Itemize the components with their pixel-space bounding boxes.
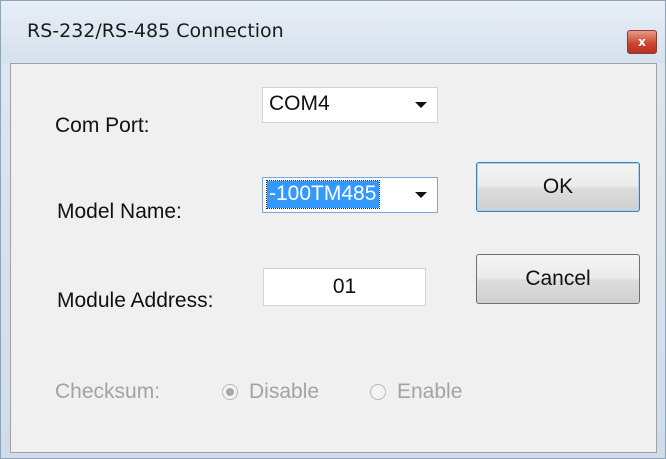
title-bar[interactable]: RS-232/RS-485 Connection x <box>1 1 665 63</box>
chevron-down-icon[interactable] <box>415 102 427 108</box>
dialog-client-area: Com Port: COM4 Model Name: -100TM485 OK … <box>10 63 657 453</box>
radio-selected-dot <box>226 388 234 396</box>
ok-button-label: OK <box>542 175 574 198</box>
checksum-label: Checksum: <box>55 380 161 403</box>
close-icon: x <box>638 35 646 49</box>
model-name-select[interactable]: -100TM485 <box>262 177 438 213</box>
module-address-value: 01 <box>332 275 357 298</box>
module-address-label: Module Address: <box>57 289 214 312</box>
cancel-button[interactable]: Cancel <box>476 254 640 304</box>
checksum-disable-label[interactable]: Disable <box>249 380 319 404</box>
cancel-button-label: Cancel <box>525 267 591 290</box>
module-address-input[interactable]: 01 <box>263 268 426 306</box>
model-name-value: -100TM485 <box>265 180 381 209</box>
close-button[interactable]: x <box>627 30 657 54</box>
chevron-down-icon[interactable] <box>415 192 427 198</box>
window-title: RS-232/RS-485 Connection <box>27 20 284 42</box>
com-port-select[interactable]: COM4 <box>262 87 438 123</box>
com-port-value: COM4 <box>269 92 330 115</box>
ok-button[interactable]: OK <box>476 162 640 212</box>
model-name-label: Model Name: <box>57 200 182 223</box>
checksum-enable-radio[interactable] <box>370 384 386 400</box>
dialog-window: RS-232/RS-485 Connection x Com Port: COM… <box>0 0 666 459</box>
checksum-disable-radio[interactable] <box>222 384 238 400</box>
checksum-enable-label[interactable]: Enable <box>397 380 462 404</box>
com-port-label: Com Port: <box>55 114 150 137</box>
